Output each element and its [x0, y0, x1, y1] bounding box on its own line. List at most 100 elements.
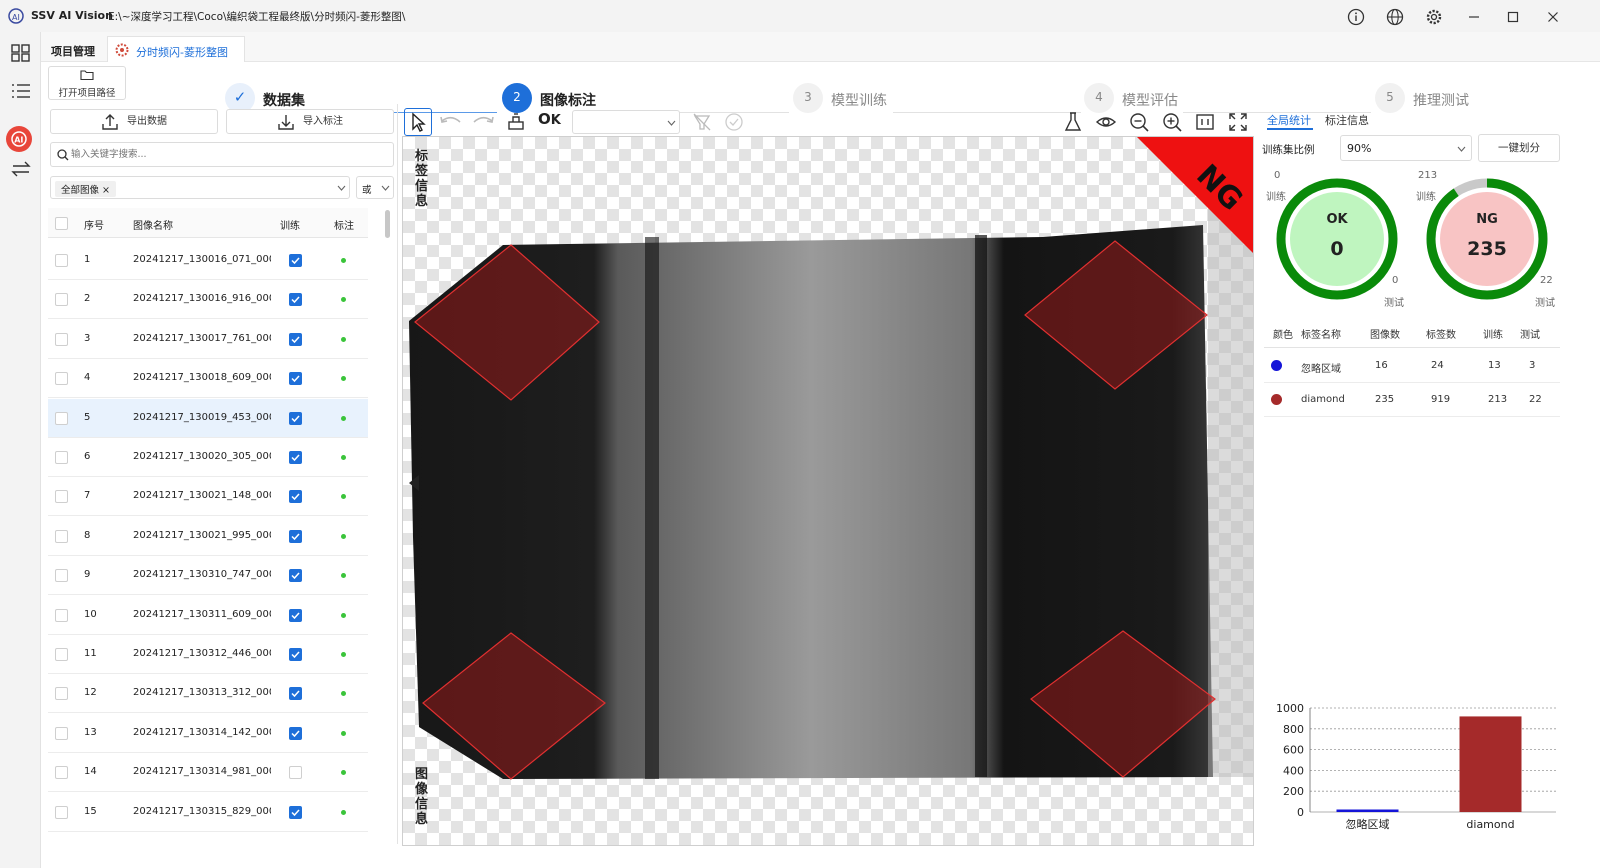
tab-annotation-info[interactable]: 标注信息 — [1325, 112, 1369, 128]
zoom-in-icon[interactable] — [1161, 111, 1183, 133]
list-item[interactable]: 1 20241217_130016_071_0000 — [48, 241, 368, 280]
globe-icon[interactable] — [1386, 8, 1404, 26]
list-item[interactable]: 2 20241217_130016_916_0000 — [48, 280, 368, 320]
list-item[interactable]: 5 20241217_130019_453_0000 — [48, 398, 368, 438]
list-item[interactable]: 13 20241217_130314_142_0000 — [48, 714, 368, 753]
train-checkbox-checked[interactable] — [289, 490, 302, 504]
fullscreen-icon[interactable] — [1227, 111, 1249, 133]
label-color-swatch[interactable] — [1271, 394, 1282, 405]
train-checkbox[interactable] — [289, 766, 302, 780]
minimize-icon[interactable] — [1465, 8, 1483, 26]
train-checkbox-checked[interactable] — [289, 569, 302, 583]
eye-icon[interactable] — [1095, 111, 1117, 133]
dashboard-icon[interactable] — [10, 42, 32, 64]
import-annotations-button[interactable]: 导入标注 — [226, 109, 394, 134]
row-checkbox[interactable] — [55, 254, 68, 267]
train-checkbox-checked[interactable] — [289, 726, 302, 740]
select-all-checkbox[interactable] — [55, 217, 68, 230]
row-checkbox[interactable] — [55, 569, 68, 583]
train-checkbox-checked[interactable] — [289, 451, 302, 464]
row-checkbox[interactable] — [55, 687, 68, 701]
logic-select[interactable]: 或 — [356, 176, 394, 199]
list-item[interactable]: 15 20241217_130315_829_0000 — [48, 793, 368, 832]
step-3-label[interactable]: 模型训练 — [831, 90, 887, 110]
train-checkbox-checked[interactable] — [289, 254, 302, 267]
train-checkbox-checked[interactable] — [289, 608, 302, 622]
row-checkbox[interactable] — [55, 411, 68, 425]
zoom-out-icon[interactable] — [1128, 111, 1150, 133]
list-item[interactable]: 6 20241217_130020_305_0000 — [48, 438, 368, 477]
train-checkbox-checked[interactable] — [289, 529, 302, 543]
train-checkbox-checked[interactable] — [289, 648, 302, 661]
tab-current-project[interactable]: 分时频闪-菱形整图 — [107, 36, 245, 62]
image-filter-select[interactable]: 全部图像 × — [50, 176, 350, 199]
confirm-circle-icon[interactable] — [724, 112, 744, 132]
ai-module-icon[interactable]: AI — [6, 126, 32, 152]
label-class-select[interactable] — [572, 110, 680, 134]
maximize-icon[interactable] — [1504, 8, 1522, 26]
row-checkbox[interactable] — [55, 451, 68, 464]
list-item[interactable]: 10 20241217_130311_609_0000 — [48, 596, 368, 635]
row-checkbox[interactable] — [55, 608, 68, 622]
step-3-number[interactable]: 3 — [793, 83, 823, 113]
auto-split-button[interactable]: 一键划分 — [1478, 134, 1560, 162]
tab-project-management[interactable]: 项目管理 — [43, 36, 103, 62]
list-icon[interactable] — [10, 80, 32, 102]
train-checkbox-checked[interactable] — [289, 805, 302, 819]
train-checkbox-checked[interactable] — [289, 372, 302, 386]
select-tool-button[interactable] — [404, 108, 432, 136]
row-checkbox[interactable] — [55, 490, 68, 504]
step-2-label[interactable]: 图像标注 — [540, 90, 596, 110]
step-4-number[interactable]: 4 — [1084, 83, 1114, 113]
train-checkbox-checked[interactable] — [289, 293, 302, 307]
list-item[interactable]: 9 20241217_130310_747_0000 — [48, 556, 368, 596]
label-row[interactable]: 忽略区域 16 24 13 3 — [1264, 349, 1560, 383]
stamp-icon[interactable] — [505, 111, 527, 133]
row-checkbox[interactable] — [55, 766, 68, 780]
train-ratio-select[interactable]: 90% — [1340, 135, 1472, 161]
close-icon[interactable] — [1544, 8, 1562, 26]
list-item[interactable]: 8 20241217_130021_995_0000 — [48, 517, 368, 556]
row-checkbox[interactable] — [55, 726, 68, 740]
list-item[interactable]: 4 20241217_130018_609_0000 — [48, 359, 368, 399]
gear-icon[interactable] — [1425, 8, 1443, 26]
flask-icon[interactable] — [1063, 111, 1083, 133]
row-checkbox[interactable] — [55, 805, 68, 819]
list-item[interactable]: 12 20241217_130313_312_0000 — [48, 674, 368, 714]
train-checkbox-checked[interactable] — [289, 332, 302, 346]
open-project-path-button[interactable]: 打开项目路径 — [48, 66, 126, 100]
list-item[interactable]: 11 20241217_130312_446_0000 — [48, 635, 368, 674]
info-icon[interactable] — [1347, 8, 1365, 26]
row-checkbox[interactable] — [55, 529, 68, 543]
list-item[interactable]: 7 20241217_130021_148_0000 — [48, 477, 368, 517]
list-item[interactable]: 14 20241217_130314_981_0000 — [48, 753, 368, 793]
train-checkbox-checked[interactable] — [289, 411, 302, 425]
annotated-image[interactable]: NG — [403, 137, 1254, 846]
step-1-label[interactable]: 数据集 — [263, 90, 305, 110]
bar-ignore-region[interactable] — [1336, 809, 1399, 812]
clear-tag-icon[interactable] — [692, 112, 712, 132]
step-2-number[interactable]: 2 — [502, 83, 532, 113]
step-5-number[interactable]: 5 — [1375, 83, 1405, 113]
redo-icon[interactable] — [470, 112, 496, 132]
export-data-button[interactable]: 导出数据 — [50, 109, 218, 134]
search-box[interactable] — [50, 142, 394, 167]
list-item[interactable]: 3 20241217_130017_761_0000 — [48, 320, 368, 359]
fit-width-icon[interactable] — [1194, 111, 1216, 133]
row-checkbox[interactable] — [55, 648, 68, 661]
step-5-label[interactable]: 推理测试 — [1413, 90, 1469, 110]
row-checkbox[interactable] — [55, 293, 68, 307]
step-4-label[interactable]: 模型评估 — [1122, 90, 1178, 110]
annotation-canvas[interactable]: NG 标签信息 图像信息 — [402, 136, 1254, 846]
transfer-icon[interactable] — [10, 158, 32, 180]
search-input[interactable] — [71, 146, 381, 163]
tab-global-stats[interactable]: 全局统计 — [1267, 112, 1311, 128]
label-row[interactable]: diamond 235 919 213 22 — [1264, 383, 1560, 417]
ok-mark-icon[interactable]: OK — [538, 110, 564, 134]
row-checkbox[interactable] — [55, 372, 68, 386]
row-checkbox[interactable] — [55, 332, 68, 346]
bar-diamond[interactable] — [1459, 716, 1522, 812]
list-scrollbar[interactable] — [385, 210, 390, 238]
train-checkbox-checked[interactable] — [289, 687, 302, 701]
undo-icon[interactable] — [438, 112, 464, 132]
